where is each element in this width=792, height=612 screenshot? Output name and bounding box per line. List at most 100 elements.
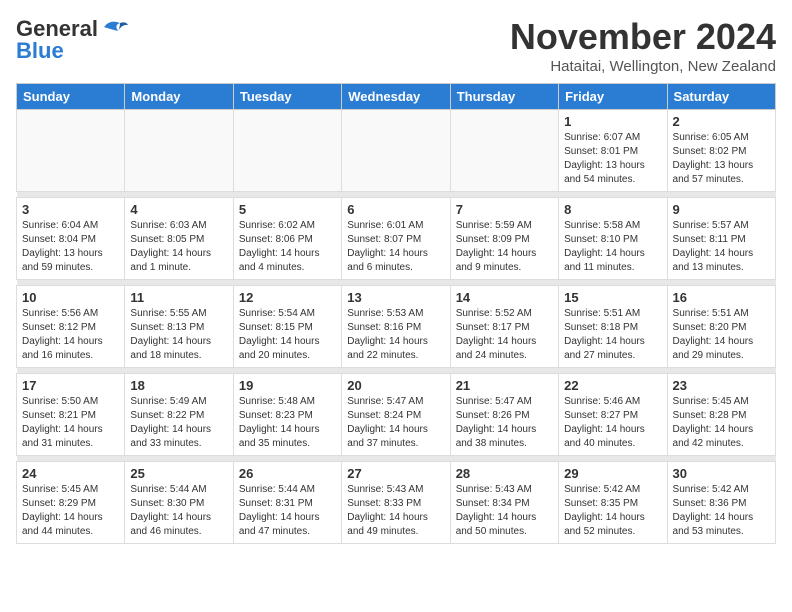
day-info: Sunrise: 6:01 AM Sunset: 8:07 PM Dayligh… [347, 219, 444, 275]
table-row: 10Sunrise: 5:56 AM Sunset: 8:12 PM Dayli… [17, 286, 125, 368]
day-number: 5 [239, 202, 336, 217]
day-info: Sunrise: 5:49 AM Sunset: 8:22 PM Dayligh… [130, 395, 227, 451]
day-number: 9 [673, 202, 770, 217]
day-info: Sunrise: 5:44 AM Sunset: 8:30 PM Dayligh… [130, 483, 227, 539]
day-number: 23 [673, 378, 770, 393]
location: Hataitai, Wellington, New Zealand [510, 58, 776, 75]
title-area: November 2024 Hataitai, Wellington, New … [510, 16, 776, 75]
day-info: Sunrise: 5:43 AM Sunset: 8:34 PM Dayligh… [456, 483, 553, 539]
day-info: Sunrise: 6:05 AM Sunset: 8:02 PM Dayligh… [673, 131, 770, 187]
table-row: 21 Sunrise: 5:47 AM Sunset: 8:26 PM Dayli… [450, 374, 558, 456]
table-row: 25 Sunrise: 5:44 AM Sunset: 8:30 PM Dayli… [125, 462, 233, 544]
day-number: 7 [456, 202, 553, 217]
calendar-table: Sunday Monday Tuesday Wednesday Thursday… [16, 83, 776, 544]
day-info: Sunrise: 5:55 AM Sunset: 8:13 PM Dayligh… [130, 307, 227, 363]
day-number: 4 [130, 202, 227, 217]
table-row: 28 Sunrise: 5:43 AM Sunset: 8:34 PM Dayli… [450, 462, 558, 544]
table-row: 24 Sunrise: 5:45 AM Sunset: 8:29 PM Dayli… [17, 462, 125, 544]
header: General Blue November 2024 Hataitai, Wel… [16, 16, 776, 75]
month-title: November 2024 [510, 16, 776, 58]
header-saturday: Saturday [667, 84, 775, 110]
table-row: 29 Sunrise: 5:42 AM Sunset: 8:35 PM Dayli… [559, 462, 667, 544]
table-row: 4 Sunrise: 6:03 AM Sunset: 8:05 PM Daylig… [125, 198, 233, 280]
table-row [125, 110, 233, 192]
day-number: 17 [22, 378, 119, 393]
table-row: 26 Sunrise: 5:44 AM Sunset: 8:31 PM Dayli… [233, 462, 341, 544]
header-friday: Friday [559, 84, 667, 110]
table-row: 30 Sunrise: 5:42 AM Sunset: 8:36 PM Dayli… [667, 462, 775, 544]
day-number: 21 [456, 378, 553, 393]
day-number: 3 [22, 202, 119, 217]
header-wednesday: Wednesday [342, 84, 450, 110]
day-number: 13 [347, 290, 444, 305]
day-number: 6 [347, 202, 444, 217]
day-number: 15 [564, 290, 661, 305]
day-number: 29 [564, 466, 661, 481]
table-row: 18 Sunrise: 5:49 AM Sunset: 8:22 PM Dayli… [125, 374, 233, 456]
table-row: 1 Sunrise: 6:07 AM Sunset: 8:01 PM Daylig… [559, 110, 667, 192]
table-row: 7 Sunrise: 5:59 AM Sunset: 8:09 PM Daylig… [450, 198, 558, 280]
day-info: Sunrise: 6:03 AM Sunset: 8:05 PM Dayligh… [130, 219, 227, 275]
day-info: Sunrise: 5:44 AM Sunset: 8:31 PM Dayligh… [239, 483, 336, 539]
table-row: 23Sunrise: 5:45 AM Sunset: 8:28 PM Dayli… [667, 374, 775, 456]
day-info: Sunrise: 5:42 AM Sunset: 8:35 PM Dayligh… [564, 483, 661, 539]
calendar-week-row: 10Sunrise: 5:56 AM Sunset: 8:12 PM Dayli… [17, 286, 776, 368]
day-info: Sunrise: 5:50 AM Sunset: 8:21 PM Dayligh… [22, 395, 119, 451]
page-wrapper: General Blue November 2024 Hataitai, Wel… [16, 16, 776, 544]
day-number: 1 [564, 114, 661, 129]
day-number: 30 [673, 466, 770, 481]
table-row: 2 Sunrise: 6:05 AM Sunset: 8:02 PM Daylig… [667, 110, 775, 192]
day-info: Sunrise: 5:59 AM Sunset: 8:09 PM Dayligh… [456, 219, 553, 275]
day-info: Sunrise: 5:57 AM Sunset: 8:11 PM Dayligh… [673, 219, 770, 275]
day-number: 12 [239, 290, 336, 305]
day-number: 28 [456, 466, 553, 481]
header-monday: Monday [125, 84, 233, 110]
day-info: Sunrise: 6:07 AM Sunset: 8:01 PM Dayligh… [564, 131, 661, 187]
table-row: 16 Sunrise: 5:51 AM Sunset: 8:20 PM Dayli… [667, 286, 775, 368]
day-number: 26 [239, 466, 336, 481]
table-row: 6 Sunrise: 6:01 AM Sunset: 8:07 PM Daylig… [342, 198, 450, 280]
table-row: 11 Sunrise: 5:55 AM Sunset: 8:13 PM Dayli… [125, 286, 233, 368]
day-info: Sunrise: 5:51 AM Sunset: 8:18 PM Dayligh… [564, 307, 661, 363]
day-info: Sunrise: 5:58 AM Sunset: 8:10 PM Dayligh… [564, 219, 661, 275]
header-sunday: Sunday [17, 84, 125, 110]
day-number: 27 [347, 466, 444, 481]
day-number: 16 [673, 290, 770, 305]
day-number: 2 [673, 114, 770, 129]
day-number: 14 [456, 290, 553, 305]
day-number: 11 [130, 290, 227, 305]
day-info: Sunrise: 5:54 AM Sunset: 8:15 PM Dayligh… [239, 307, 336, 363]
day-info: Sunrise: 5:47 AM Sunset: 8:26 PM Dayligh… [456, 395, 553, 451]
day-number: 24 [22, 466, 119, 481]
day-info: Sunrise: 5:46 AM Sunset: 8:27 PM Dayligh… [564, 395, 661, 451]
day-info: Sunrise: 5:45 AM Sunset: 8:29 PM Dayligh… [22, 483, 119, 539]
table-row [17, 110, 125, 192]
table-row: 9 Sunrise: 5:57 AM Sunset: 8:11 PM Daylig… [667, 198, 775, 280]
table-row: 15 Sunrise: 5:51 AM Sunset: 8:18 PM Dayli… [559, 286, 667, 368]
day-info: Sunrise: 5:43 AM Sunset: 8:33 PM Dayligh… [347, 483, 444, 539]
day-info: Sunrise: 5:42 AM Sunset: 8:36 PM Dayligh… [673, 483, 770, 539]
table-row: 12 Sunrise: 5:54 AM Sunset: 8:15 PM Dayli… [233, 286, 341, 368]
day-number: 20 [347, 378, 444, 393]
table-row [233, 110, 341, 192]
day-info: Sunrise: 6:02 AM Sunset: 8:06 PM Dayligh… [239, 219, 336, 275]
day-number: 19 [239, 378, 336, 393]
day-number: 22 [564, 378, 661, 393]
day-number: 18 [130, 378, 227, 393]
logo-blue: Blue [16, 38, 64, 64]
day-number: 25 [130, 466, 227, 481]
day-info: Sunrise: 5:52 AM Sunset: 8:17 PM Dayligh… [456, 307, 553, 363]
table-row: 13 Sunrise: 5:53 AM Sunset: 8:16 PM Dayli… [342, 286, 450, 368]
day-info: Sunrise: 5:51 AM Sunset: 8:20 PM Dayligh… [673, 307, 770, 363]
logo-bird-icon [100, 17, 128, 37]
calendar-week-row: 17 Sunrise: 5:50 AM Sunset: 8:21 PM Dayli… [17, 374, 776, 456]
table-row: 27 Sunrise: 5:43 AM Sunset: 8:33 PM Dayli… [342, 462, 450, 544]
calendar-week-row: 1 Sunrise: 6:07 AM Sunset: 8:01 PM Daylig… [17, 110, 776, 192]
table-row: 22 Sunrise: 5:46 AM Sunset: 8:27 PM Dayli… [559, 374, 667, 456]
day-info: Sunrise: 6:04 AM Sunset: 8:04 PM Dayligh… [22, 219, 119, 275]
table-row: 17 Sunrise: 5:50 AM Sunset: 8:21 PM Dayli… [17, 374, 125, 456]
logo: General Blue [16, 16, 128, 64]
table-row: 8Sunrise: 5:58 AM Sunset: 8:10 PM Daylig… [559, 198, 667, 280]
day-info: Sunrise: 5:53 AM Sunset: 8:16 PM Dayligh… [347, 307, 444, 363]
day-info: Sunrise: 5:56 AM Sunset: 8:12 PM Dayligh… [22, 307, 119, 363]
